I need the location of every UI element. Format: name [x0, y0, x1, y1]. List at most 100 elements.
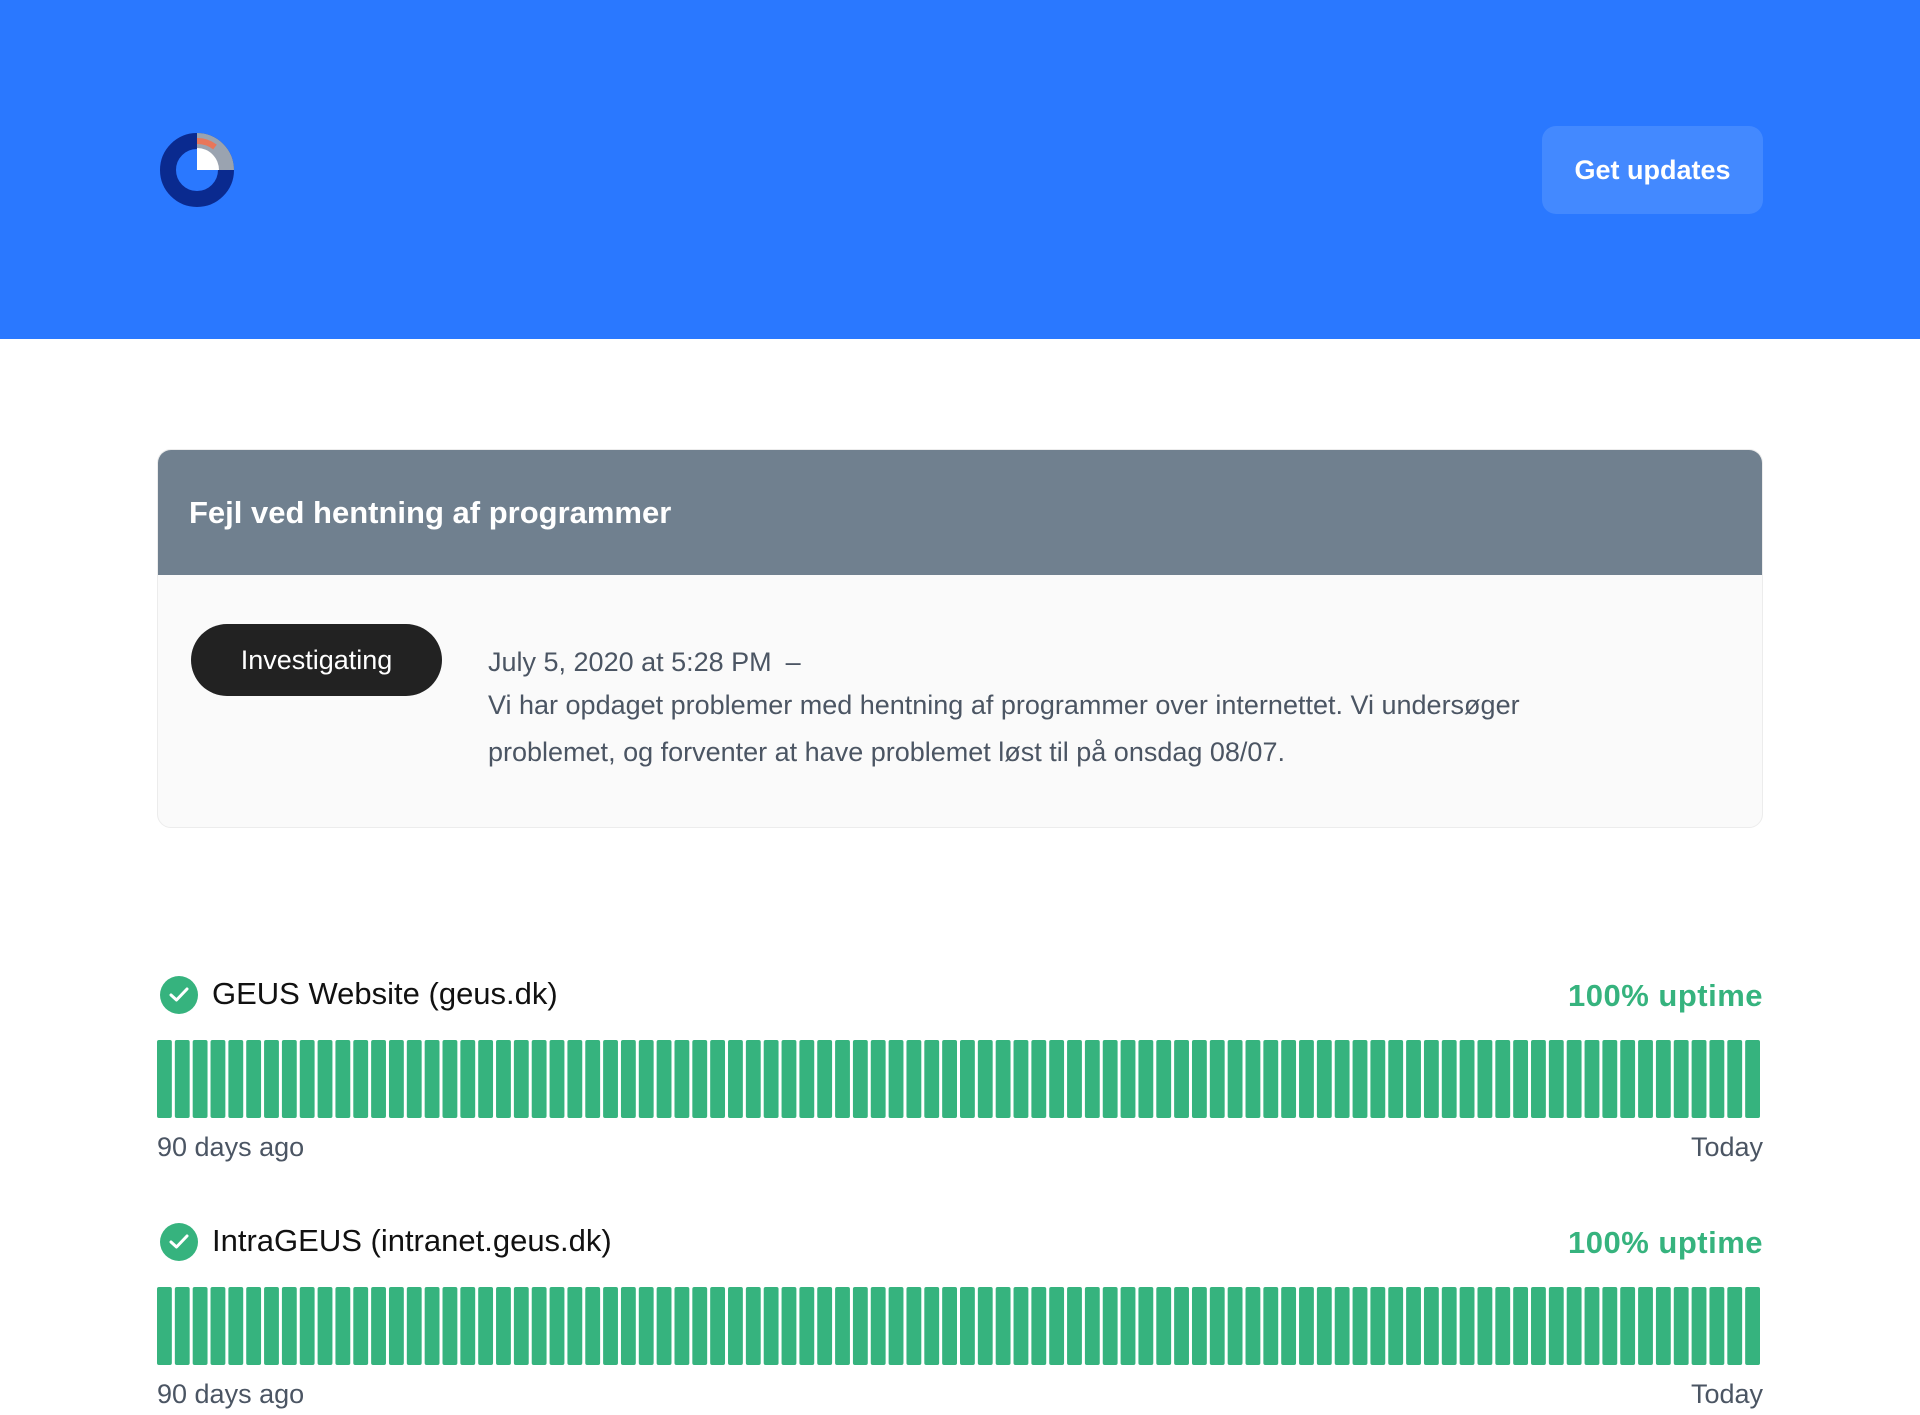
- uptime-day-bar[interactable]: [817, 1040, 833, 1118]
- uptime-day-bar[interactable]: [1281, 1040, 1297, 1118]
- uptime-day-bar[interactable]: [1245, 1287, 1261, 1365]
- uptime-day-bar[interactable]: [906, 1040, 922, 1118]
- uptime-day-bar[interactable]: [1602, 1287, 1618, 1365]
- uptime-day-bar[interactable]: [264, 1040, 279, 1118]
- uptime-day-bar[interactable]: [924, 1040, 940, 1118]
- uptime-day-bar[interactable]: [692, 1287, 708, 1365]
- uptime-day-bar[interactable]: [1727, 1287, 1743, 1365]
- uptime-day-bar[interactable]: [478, 1287, 494, 1365]
- uptime-day-bar[interactable]: [1655, 1287, 1671, 1365]
- uptime-day-bar[interactable]: [460, 1040, 476, 1118]
- uptime-day-bar[interactable]: [1191, 1040, 1207, 1118]
- uptime-day-bar[interactable]: [1049, 1287, 1065, 1365]
- uptime-day-bar[interactable]: [1388, 1040, 1404, 1118]
- uptime-day-bar[interactable]: [531, 1040, 547, 1118]
- uptime-day-bar[interactable]: [585, 1287, 601, 1365]
- uptime-day-bar[interactable]: [638, 1040, 654, 1118]
- uptime-day-bar[interactable]: [603, 1040, 618, 1118]
- uptime-day-bar[interactable]: [1548, 1040, 1564, 1118]
- uptime-day-bar[interactable]: [781, 1040, 797, 1118]
- uptime-day-bar[interactable]: [1334, 1040, 1350, 1118]
- uptime-day-bar[interactable]: [1316, 1040, 1332, 1118]
- uptime-day-bar[interactable]: [567, 1287, 583, 1365]
- uptime-day-bar[interactable]: [496, 1040, 511, 1118]
- uptime-day-bar[interactable]: [496, 1287, 511, 1365]
- uptime-day-bar[interactable]: [1120, 1287, 1136, 1365]
- uptime-day-bar[interactable]: [1174, 1287, 1189, 1365]
- uptime-day-bar[interactable]: [1423, 1287, 1439, 1365]
- uptime-day-bar[interactable]: [674, 1040, 690, 1118]
- uptime-day-bar[interactable]: [1013, 1040, 1029, 1118]
- uptime-day-bar[interactable]: [656, 1040, 672, 1118]
- uptime-day-bar[interactable]: [549, 1040, 565, 1118]
- uptime-day-bar[interactable]: [1191, 1287, 1207, 1365]
- uptime-day-bar[interactable]: [728, 1287, 743, 1365]
- uptime-day-bar[interactable]: [763, 1040, 779, 1118]
- uptime-day-bar[interactable]: [567, 1040, 583, 1118]
- uptime-day-bar[interactable]: [157, 1287, 172, 1365]
- status-page-logo-icon[interactable]: [157, 130, 237, 210]
- uptime-day-bar[interactable]: [1209, 1040, 1225, 1118]
- uptime-day-bar[interactable]: [1067, 1040, 1082, 1118]
- uptime-day-bar[interactable]: [317, 1040, 333, 1118]
- uptime-day-bar[interactable]: [1584, 1287, 1600, 1365]
- uptime-day-bar[interactable]: [1673, 1287, 1689, 1365]
- uptime-day-bar[interactable]: [1459, 1287, 1475, 1365]
- uptime-day-bar[interactable]: [692, 1040, 708, 1118]
- uptime-day-bar[interactable]: [1745, 1040, 1760, 1118]
- uptime-day-bar[interactable]: [174, 1287, 190, 1365]
- uptime-day-bar[interactable]: [799, 1287, 815, 1365]
- uptime-day-bar[interactable]: [1745, 1287, 1760, 1365]
- uptime-day-bar[interactable]: [1441, 1040, 1457, 1118]
- uptime-day-bar[interactable]: [335, 1040, 351, 1118]
- uptime-day-bar[interactable]: [1049, 1040, 1065, 1118]
- uptime-day-bar[interactable]: [835, 1287, 850, 1365]
- uptime-day-bar[interactable]: [1602, 1040, 1618, 1118]
- uptime-day-bar[interactable]: [1299, 1040, 1314, 1118]
- uptime-day-bar[interactable]: [1299, 1287, 1314, 1365]
- uptime-day-bar[interactable]: [1031, 1040, 1047, 1118]
- uptime-day-bar[interactable]: [906, 1287, 922, 1365]
- uptime-day-bar[interactable]: [1477, 1040, 1493, 1118]
- uptime-day-bar[interactable]: [1263, 1287, 1279, 1365]
- uptime-day-bar[interactable]: [353, 1287, 369, 1365]
- uptime-day-bar[interactable]: [942, 1040, 957, 1118]
- uptime-day-bar[interactable]: [763, 1287, 779, 1365]
- uptime-day-bar[interactable]: [335, 1287, 351, 1365]
- uptime-day-bar[interactable]: [835, 1040, 850, 1118]
- uptime-day-bar[interactable]: [210, 1040, 226, 1118]
- uptime-day-bar[interactable]: [1655, 1040, 1671, 1118]
- uptime-day-bar[interactable]: [870, 1287, 886, 1365]
- uptime-day-bar[interactable]: [406, 1040, 422, 1118]
- uptime-day-bar[interactable]: [478, 1040, 494, 1118]
- uptime-day-bar[interactable]: [1031, 1287, 1047, 1365]
- uptime-day-bar[interactable]: [1691, 1287, 1707, 1365]
- uptime-day-bar[interactable]: [1423, 1040, 1439, 1118]
- uptime-day-bar[interactable]: [1620, 1040, 1636, 1118]
- uptime-day-bar[interactable]: [710, 1287, 726, 1365]
- uptime-day-bar[interactable]: [710, 1040, 726, 1118]
- uptime-day-bar[interactable]: [1352, 1287, 1368, 1365]
- uptime-day-bar[interactable]: [1638, 1287, 1653, 1365]
- uptime-day-bar[interactable]: [852, 1287, 868, 1365]
- uptime-day-bar[interactable]: [1209, 1287, 1225, 1365]
- uptime-day-bar[interactable]: [1709, 1040, 1725, 1118]
- uptime-day-bar[interactable]: [299, 1287, 315, 1365]
- incident-title[interactable]: Fejl ved hentning af programmer: [189, 495, 671, 531]
- get-updates-button[interactable]: Get updates: [1542, 126, 1763, 214]
- uptime-day-bar[interactable]: [1531, 1040, 1546, 1118]
- uptime-day-bar[interactable]: [513, 1040, 529, 1118]
- uptime-day-bar[interactable]: [995, 1040, 1011, 1118]
- uptime-day-bar[interactable]: [388, 1287, 404, 1365]
- uptime-day-bar[interactable]: [371, 1040, 386, 1118]
- uptime-day-bar[interactable]: [1156, 1040, 1172, 1118]
- uptime-day-bar[interactable]: [1584, 1040, 1600, 1118]
- uptime-day-bar[interactable]: [638, 1287, 654, 1365]
- uptime-day-bar[interactable]: [888, 1040, 904, 1118]
- uptime-day-bar[interactable]: [281, 1040, 297, 1118]
- uptime-day-bar[interactable]: [852, 1040, 868, 1118]
- uptime-day-bar[interactable]: [210, 1287, 226, 1365]
- uptime-day-bar[interactable]: [513, 1287, 529, 1365]
- uptime-day-bar[interactable]: [1370, 1287, 1386, 1365]
- uptime-day-bar[interactable]: [1227, 1040, 1243, 1118]
